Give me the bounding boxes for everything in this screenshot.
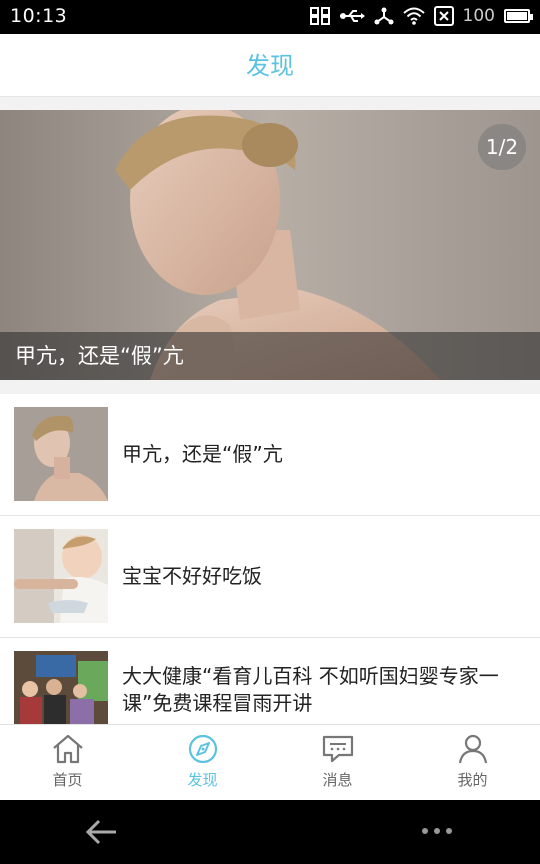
back-button[interactable] xyxy=(84,816,120,852)
status-icons: 100 xyxy=(309,6,533,26)
system-nav-bar xyxy=(0,800,540,864)
list-item[interactable]: 甲亢，还是“假”亢 xyxy=(0,394,540,516)
dot-icon xyxy=(446,828,452,834)
list-item[interactable]: 大大健康“看育儿百科 不如听国妇婴专家一课”免费课程冒雨开讲 xyxy=(0,638,540,724)
article-title: 宝宝不好好吃饭 xyxy=(122,564,262,588)
tab-discover[interactable]: 发现 xyxy=(135,725,270,801)
no-sim-icon xyxy=(433,6,454,26)
article-thumbnail xyxy=(14,651,108,724)
article-thumbnail xyxy=(14,407,108,501)
tab-messages[interactable]: 消息 xyxy=(270,725,405,801)
top-header: 发现 xyxy=(0,34,540,97)
tab-label: 首页 xyxy=(52,771,83,789)
article-thumbnail xyxy=(14,529,108,623)
tab-label: 消息 xyxy=(322,771,353,789)
battery-icon xyxy=(504,9,533,23)
usb-icon xyxy=(339,8,365,24)
banner-carousel[interactable]: 1/2 甲亢，还是“假”亢 xyxy=(0,110,540,380)
dot-icon xyxy=(422,828,428,834)
status-bar: 10:13 100 xyxy=(0,0,540,34)
battery-level: 100 xyxy=(462,6,495,26)
dot-icon xyxy=(434,828,440,834)
article-title: 甲亢，还是“假”亢 xyxy=(122,442,283,466)
user-icon xyxy=(458,734,487,764)
banner-caption: 甲亢，还是“假”亢 xyxy=(15,344,184,368)
list-item[interactable]: 宝宝不好好吃饭 xyxy=(0,516,540,638)
page-title: 发现 xyxy=(246,52,294,80)
article-title: 大大健康“看育儿百科 不如听国妇婴专家一课”免费课程冒雨开讲 xyxy=(122,664,499,715)
article-list: 甲亢，还是“假”亢 宝宝不好好吃饭 大大健康“看育儿百科 不如听国妇婴专家一课”… xyxy=(0,394,540,724)
back-arrow-icon xyxy=(85,819,116,845)
tab-home[interactable]: 首页 xyxy=(0,725,135,801)
more-options-button[interactable] xyxy=(422,828,452,834)
status-time: 10:13 xyxy=(10,5,68,27)
tab-profile[interactable]: 我的 xyxy=(405,725,540,801)
tab-label: 发现 xyxy=(187,771,218,789)
home-icon xyxy=(52,734,83,764)
compass-icon xyxy=(188,734,217,764)
banner-page-counter: 1/2 xyxy=(478,124,526,170)
wifi-icon xyxy=(402,7,425,25)
share-icon xyxy=(374,7,394,25)
message-icon xyxy=(322,735,353,763)
tab-label: 我的 xyxy=(457,771,488,789)
screen-cast-icon xyxy=(309,7,330,25)
bottom-tab-bar: 首页 发现 消息 我的 xyxy=(0,724,540,801)
